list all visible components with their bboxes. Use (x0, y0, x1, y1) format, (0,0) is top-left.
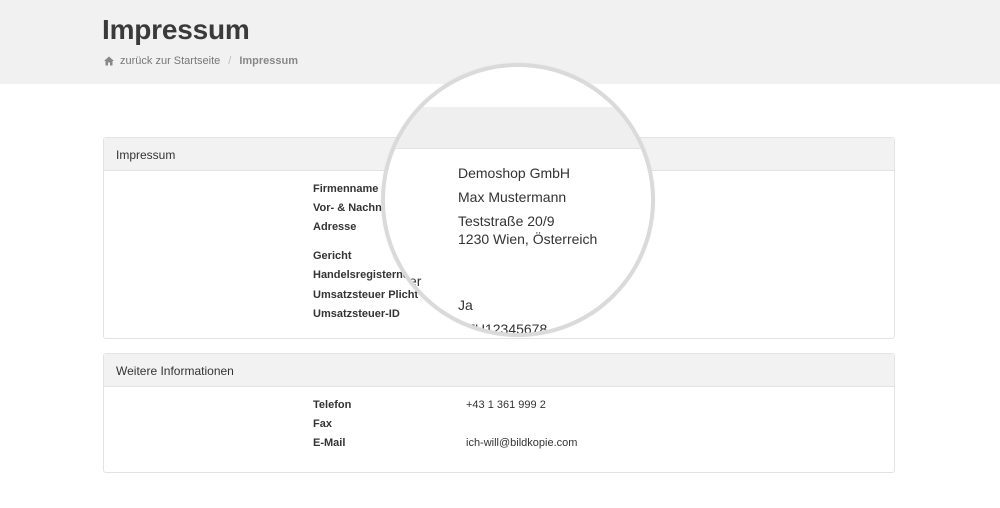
value-email[interactable]: ich-will@bildkopie.com (466, 437, 577, 449)
breadcrumb-home-link[interactable]: zurück zur Startseite (120, 55, 220, 67)
magnified-label-fragment: er (409, 273, 422, 289)
weitere-panel-heading: Weitere Informationen (104, 354, 894, 387)
breadcrumb-separator: / (228, 55, 232, 67)
label-umsatzsteuer-id: Umsatzsteuer-ID (313, 308, 400, 320)
label-umsatzsteuer-plicht: Umsatzsteuer Plicht (313, 289, 419, 301)
label-telefon: Telefon (313, 399, 352, 411)
label-adresse: Adresse (313, 221, 357, 233)
page-title: Impressum (102, 14, 250, 45)
value-vor-nachname: Max Mustermann (458, 189, 567, 205)
breadcrumb: zurück zur Startseite / Impressum (104, 55, 298, 67)
label-email: E-Mail (313, 437, 346, 449)
label-vor-nachname: Vor- & Nachn (313, 202, 382, 214)
magnified-panel-heading (385, 107, 651, 149)
label-gericht: Gericht (313, 250, 352, 262)
value-adresse-street: Teststraße 20/9 (458, 213, 555, 229)
breadcrumb-current: Impressum (239, 55, 299, 67)
value-adresse-city: 1230 Wien, Österreich (458, 231, 598, 247)
home-icon[interactable] (104, 56, 114, 66)
label-firmenname: Firmenname (313, 183, 379, 195)
value-umsatzsteuer-plicht: Ja (458, 297, 473, 313)
magnifier-lens: Demoshop GmbH Max Mustermann Teststraße … (381, 63, 655, 337)
label-fax: Fax (313, 418, 332, 430)
weitere-informationen-panel: Weitere Informationen (103, 353, 895, 473)
value-firmenname: Demoshop GmbH (458, 165, 571, 181)
label-handelsregisternummer: Handelsregisterne (313, 269, 409, 281)
value-telefon: +43 1 361 999 2 (466, 399, 546, 411)
